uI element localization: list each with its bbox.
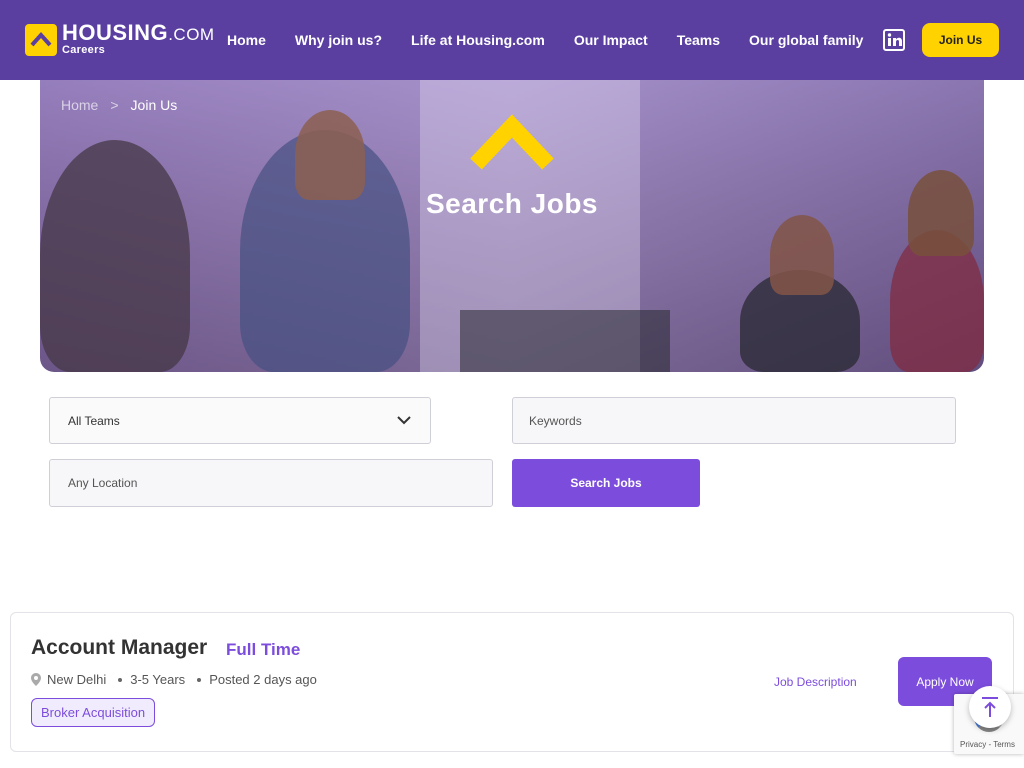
hero-photo-person bbox=[40, 140, 190, 372]
breadcrumb-current: Join Us bbox=[130, 97, 178, 113]
page-title: Search Jobs bbox=[425, 188, 599, 219]
breadcrumb: Home > Join Us bbox=[61, 97, 177, 113]
nav-our-global-family[interactable]: Our global family bbox=[749, 32, 863, 48]
logo-subtitle: Careers bbox=[62, 44, 106, 56]
hero-photo-person bbox=[295, 110, 365, 200]
bullet-separator bbox=[197, 677, 202, 682]
team-select-value: All Teams bbox=[68, 413, 120, 428]
hero-photo-desk bbox=[460, 310, 670, 372]
team-select[interactable]: All Teams bbox=[49, 397, 431, 444]
nav-home[interactable]: Home bbox=[227, 32, 266, 48]
search-jobs-button[interactable]: Search Jobs bbox=[512, 459, 700, 507]
housing-careers-logo[interactable]: HOUSING.COM Careers bbox=[25, 22, 215, 56]
logo-mark-icon bbox=[25, 24, 57, 56]
team-tag[interactable]: Broker Acquisition bbox=[31, 698, 156, 727]
job-posted: Posted 2 days ago bbox=[209, 672, 317, 687]
nav-teams[interactable]: Teams bbox=[677, 32, 720, 48]
job-type: Full Time bbox=[226, 640, 301, 659]
nav-why-join-us[interactable]: Why join us? bbox=[295, 32, 382, 48]
top-navbar: HOUSING.COM Careers Home Why join us? Li… bbox=[0, 0, 1024, 80]
scroll-to-top-button[interactable] bbox=[969, 686, 1011, 728]
bullet-separator bbox=[118, 677, 123, 682]
keywords-input[interactable] bbox=[512, 397, 956, 444]
job-description-link[interactable]: Job Description bbox=[774, 675, 857, 689]
job-title[interactable]: Account Manager bbox=[31, 636, 207, 660]
location-pin-icon bbox=[31, 673, 41, 686]
job-meta: New Delhi 3-5 Years Posted 2 days ago bbox=[31, 672, 317, 687]
chevron-up-icon bbox=[470, 114, 554, 170]
logo-dotcom: .COM bbox=[168, 25, 215, 44]
chevron-down-icon bbox=[397, 416, 411, 425]
job-location: New Delhi bbox=[47, 672, 107, 687]
breadcrumb-home[interactable]: Home bbox=[61, 97, 98, 113]
join-us-button[interactable]: Join Us bbox=[922, 23, 999, 57]
logo-brand: HOUSING bbox=[62, 20, 169, 45]
linkedin-icon[interactable] bbox=[883, 29, 905, 51]
breadcrumb-separator: > bbox=[110, 97, 119, 113]
nav-life-at-housing[interactable]: Life at Housing.com bbox=[411, 32, 545, 48]
job-card: Account Manager Full Time New Delhi 3-5 … bbox=[10, 612, 1014, 752]
nav-our-impact[interactable]: Our Impact bbox=[574, 32, 648, 48]
main-nav: Home Why join us? Life at Housing.com Ou… bbox=[227, 0, 892, 80]
hero-photo-person bbox=[770, 215, 834, 295]
hero-banner: Home > Join Us Search Jobs bbox=[40, 80, 984, 372]
job-experience: 3-5 Years bbox=[130, 672, 186, 687]
recaptcha-links[interactable]: Privacy - Terms bbox=[960, 740, 1015, 749]
location-input[interactable] bbox=[49, 459, 493, 507]
arrow-up-icon bbox=[982, 697, 998, 717]
